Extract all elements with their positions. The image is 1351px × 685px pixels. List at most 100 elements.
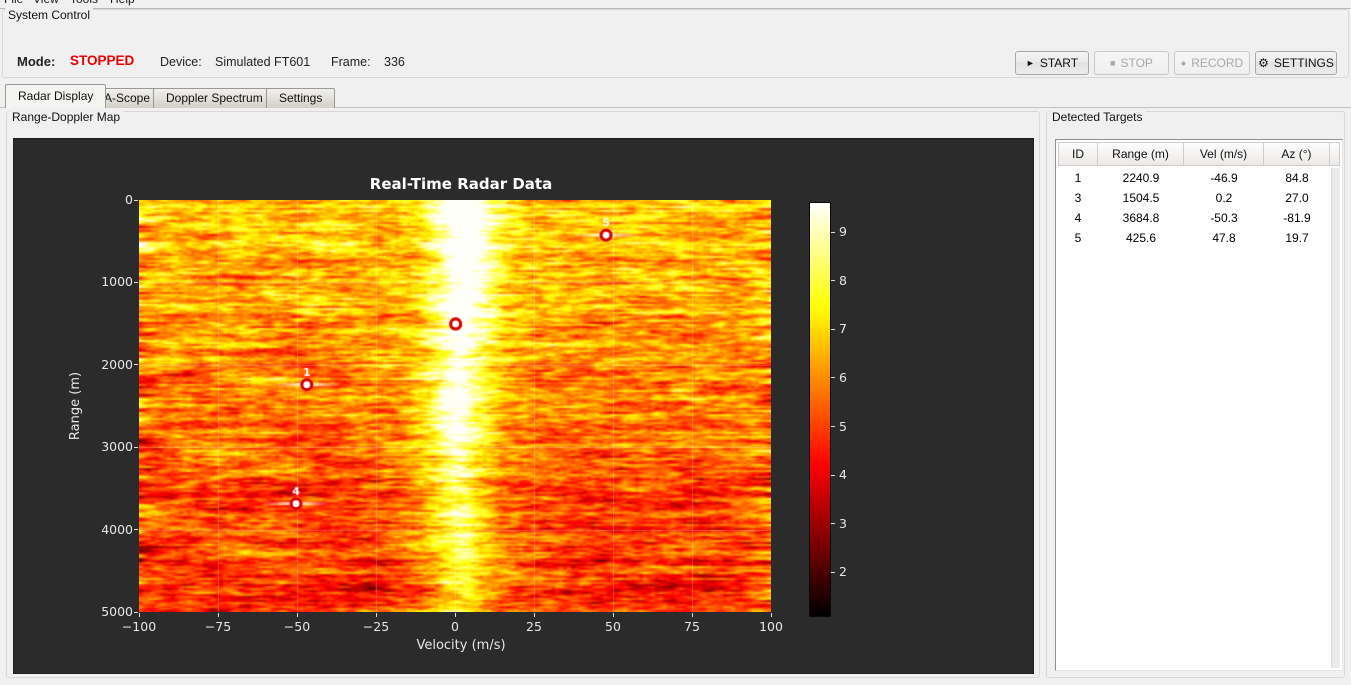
colorbar-tick-label: 6 xyxy=(839,369,847,385)
y-tick-label: 2000 xyxy=(101,356,133,372)
colorbar-tick-mark xyxy=(831,523,835,525)
y-tick-mark xyxy=(134,364,138,366)
table-row[interactable]: 5 425.6 47.8 19.7 xyxy=(1058,228,1330,248)
cell-range: 1504.5 xyxy=(1122,191,1160,205)
column-header-range[interactable]: Range (m) xyxy=(1098,142,1184,166)
tab-doppler-spectrum[interactable]: Doppler Spectrum xyxy=(153,88,276,108)
x-tick-mark xyxy=(454,613,456,617)
cell-range: 3684.8 xyxy=(1122,211,1160,225)
cell-id: 3 xyxy=(1074,191,1082,205)
cell-az: -81.9 xyxy=(1283,211,1311,225)
table-scrollbar[interactable] xyxy=(1331,168,1340,668)
device-label: Device: xyxy=(160,55,202,69)
y-tick-label: 3000 xyxy=(101,439,133,455)
table-row[interactable]: 3 1504.5 0.2 27.0 xyxy=(1058,188,1330,208)
cell-az: 19.7 xyxy=(1285,231,1309,245)
column-header-az[interactable]: Az (°) xyxy=(1264,142,1330,166)
table-row[interactable]: 4 3684.8 -50.3 -81.9 xyxy=(1058,208,1330,228)
detected-targets-group: Detected Targets ID Range (m) Vel (m/s) … xyxy=(1046,110,1345,678)
x-tick-mark xyxy=(612,613,614,617)
stop-button[interactable]: ■ STOP xyxy=(1094,51,1169,75)
x-tick-label: 25 xyxy=(526,619,542,634)
colorbar-tick-label: 3 xyxy=(839,515,847,531)
targets-table: ID Range (m) Vel (m/s) Az (°) 1 2240.9 -… xyxy=(1055,139,1343,671)
x-tick-label: 75 xyxy=(684,619,700,634)
cell-vel: -50.3 xyxy=(1210,211,1238,225)
menu-help[interactable]: Help xyxy=(110,0,135,6)
cell-az: 27.0 xyxy=(1285,191,1309,205)
x-tick-label: −75 xyxy=(204,619,232,634)
menu-tools[interactable]: Tools xyxy=(70,0,98,6)
range-doppler-heatmap xyxy=(139,200,771,612)
menu-file[interactable]: File xyxy=(4,0,23,6)
cell-vel: 47.8 xyxy=(1212,231,1236,245)
colorbar-tick-label: 8 xyxy=(839,272,847,288)
x-tick-mark xyxy=(770,613,772,617)
colorbar-tick-label: 7 xyxy=(839,321,847,337)
frame-label: Frame: xyxy=(331,55,371,69)
mode-status-value: STOPPED xyxy=(70,53,135,68)
colorbar-tick-label: 5 xyxy=(839,418,847,434)
mode-label: Mode: xyxy=(17,54,56,69)
settings-button[interactable]: ⚙ SETTINGS xyxy=(1255,51,1337,75)
gear-icon: ⚙ xyxy=(1258,56,1269,70)
colorbar-tick-label: 9 xyxy=(839,224,847,240)
table-row[interactable]: 1 2240.9 -46.9 84.8 xyxy=(1058,168,1330,188)
cell-range: 425.6 xyxy=(1125,231,1157,245)
x-tick-label: −100 xyxy=(121,619,157,634)
targets-table-header: ID Range (m) Vel (m/s) Az (°) xyxy=(1058,142,1340,166)
x-tick-mark xyxy=(375,613,377,617)
colorbar-tick-mark xyxy=(831,571,835,573)
y-tick-mark xyxy=(134,611,138,613)
menu-bar: File View Tools Help xyxy=(0,0,1351,9)
colorbar-tick-mark xyxy=(831,474,835,476)
radar-plot-panel: Real-Time Radar Data Range (m) Velocity … xyxy=(13,138,1034,674)
column-header-id[interactable]: ID xyxy=(1058,142,1098,166)
colorbar-tick-mark xyxy=(831,231,835,233)
targets-table-body: 1 2240.9 -46.9 84.8 3 1504.5 0.2 27.0 4 … xyxy=(1058,168,1330,248)
x-tick-mark xyxy=(296,613,298,617)
record-button[interactable]: ● RECORD xyxy=(1174,51,1250,75)
colorbar-tick-mark xyxy=(831,377,835,379)
x-tick-label: −25 xyxy=(362,619,390,634)
stop-icon: ■ xyxy=(1110,58,1116,68)
cell-id: 5 xyxy=(1074,231,1082,245)
range-doppler-title: Range-Doppler Map xyxy=(9,110,124,124)
tab-radar-display[interactable]: Radar Display xyxy=(5,84,107,108)
y-tick-mark xyxy=(134,281,138,283)
tab-bar: Radar Display A-Scope Doppler Spectrum S… xyxy=(0,84,1351,108)
x-tick-mark xyxy=(691,613,693,617)
column-header-vel[interactable]: Vel (m/s) xyxy=(1184,142,1264,166)
cell-id: 4 xyxy=(1074,211,1082,225)
y-tick-label: 4000 xyxy=(101,521,133,537)
x-tick-mark xyxy=(138,613,140,617)
cell-vel: -46.9 xyxy=(1210,171,1238,185)
colorbar-tick-label: 2 xyxy=(839,564,847,580)
system-control-group: System Control Mode: STOPPED Device: Sim… xyxy=(2,8,1349,78)
menu-view[interactable]: View xyxy=(33,0,59,6)
cell-range: 2240.9 xyxy=(1122,171,1160,185)
cell-id: 1 xyxy=(1074,171,1082,185)
y-tick-label: 1000 xyxy=(101,274,133,290)
tab-settings[interactable]: Settings xyxy=(266,88,336,108)
x-tick-label: 100 xyxy=(759,619,783,634)
start-button[interactable]: ► START xyxy=(1015,51,1089,75)
cell-az: 84.8 xyxy=(1285,171,1309,185)
column-header-stub xyxy=(1330,142,1340,166)
x-tick-mark xyxy=(217,613,219,617)
detected-targets-title: Detected Targets xyxy=(1049,110,1146,124)
y-tick-mark xyxy=(134,446,138,448)
play-icon: ► xyxy=(1025,58,1035,68)
plot-title: Real-Time Radar Data xyxy=(369,175,553,193)
range-doppler-group: Range-Doppler Map Real-Time Radar Data R… xyxy=(6,110,1040,678)
x-tick-label: 50 xyxy=(605,619,621,634)
device-value: Simulated FT601 xyxy=(215,55,311,69)
x-tick-label: −50 xyxy=(283,619,311,634)
colorbar-tick-mark xyxy=(831,280,835,282)
y-tick-label: 0 xyxy=(125,192,133,207)
x-axis-label: Velocity (m/s) xyxy=(416,638,506,653)
y-tick-mark xyxy=(134,199,138,201)
record-icon: ● xyxy=(1180,58,1187,68)
frame-value: 336 xyxy=(384,55,405,69)
colorbar-tick-mark xyxy=(831,426,835,427)
